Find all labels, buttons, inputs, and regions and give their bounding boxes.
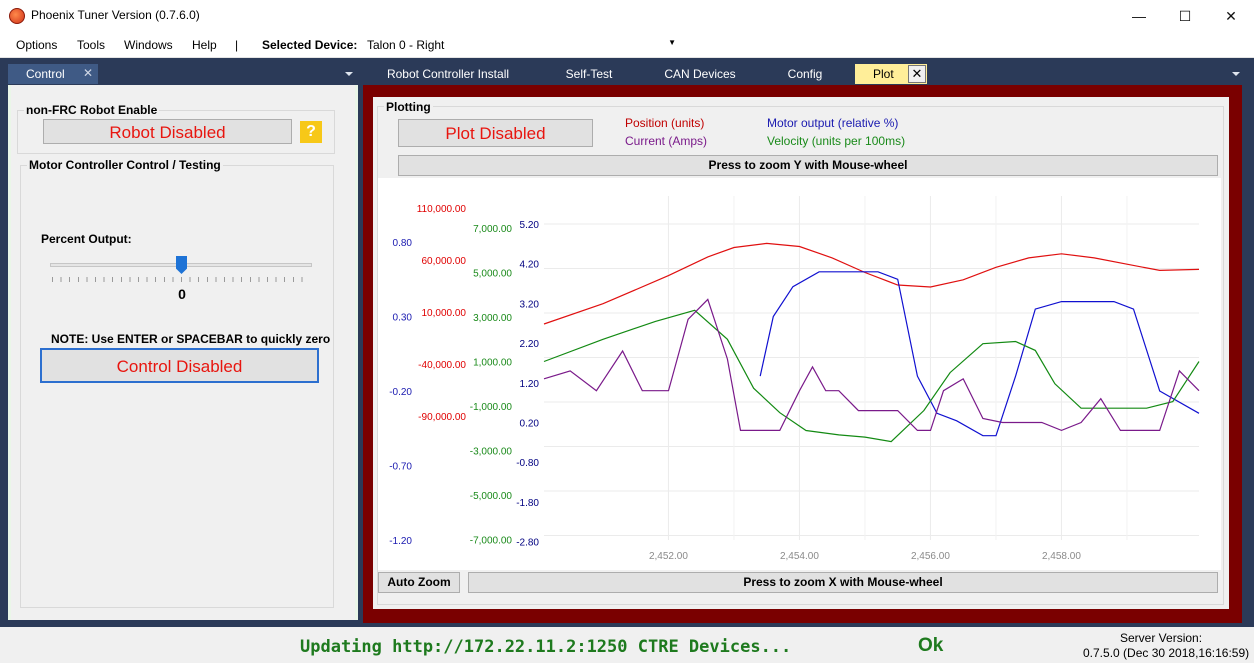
tab-config[interactable]: Config — [780, 64, 830, 84]
plot-chart[interactable]: 2,452.00 2,454.00 2,456.00 2,458.00 110,000.… — [378, 178, 1221, 581]
zoom-y-button[interactable]: Press to zoom Y with Mouse-wheel — [398, 155, 1218, 176]
y-tick-label: 5.20 — [520, 220, 540, 231]
y-tick-label: -7,000.00 — [470, 536, 513, 547]
y-tick-label: -0.70 — [389, 462, 412, 473]
y-tick-label: 110,000.00 — [417, 204, 467, 215]
y-tick-label: 4.20 — [520, 260, 540, 271]
y-tick-label: 10,000.00 — [422, 308, 467, 319]
device-select[interactable]: Talon 0 - Right ▼ — [362, 33, 682, 55]
y-tick-label: 0.80 — [393, 238, 413, 249]
status-ok: Ok — [918, 635, 944, 656]
x-tick-label: 2,452.00 — [649, 551, 688, 562]
slider-ticks — [52, 277, 310, 282]
menu-options[interactable]: Options — [16, 38, 57, 52]
menu-tools[interactable]: Tools — [77, 38, 105, 52]
y-tick-label: -1.80 — [516, 498, 539, 509]
legend-velocity: Velocity (units per 100ms) — [767, 134, 906, 148]
status-bar: Updating http://172.22.11.2:1250 CTRE De… — [0, 627, 1254, 663]
server-version-value: 0.7.5.0 (Dec 30 2018,16:16:59) — [1083, 646, 1250, 660]
chevron-down-icon[interactable] — [345, 72, 353, 76]
status-message: Updating http://172.22.11.2:1250 CTRE De… — [300, 637, 792, 657]
menu-separator: | — [235, 38, 239, 52]
plot-disabled-button[interactable]: Plot Disabled — [398, 119, 593, 147]
tab-control-label: Control — [26, 67, 65, 81]
robot-disabled-button[interactable]: Robot Disabled — [43, 119, 292, 144]
percent-output-label: Percent Output: — [41, 232, 132, 246]
y-tick-label: 0.30 — [393, 313, 413, 324]
x-tick-label: 2,458.00 — [1042, 551, 1081, 562]
tab-robot-controller-install[interactable]: Robot Controller Install — [380, 64, 516, 84]
x-tick-label: 2,454.00 — [780, 551, 819, 562]
y-tick-label: -90,000.00 — [418, 412, 466, 423]
help-button[interactable]: ? — [300, 121, 322, 143]
app-icon — [9, 8, 25, 24]
y-tick-label: -2.80 — [516, 538, 539, 549]
y-tick-label: -40,000.00 — [418, 360, 466, 371]
y-tick-label: 0.20 — [520, 419, 540, 430]
y-tick-label: -1.20 — [389, 536, 412, 547]
chevron-down-icon[interactable] — [1232, 72, 1240, 76]
window-title: Phoenix Tuner Version (0.7.6.0) — [31, 8, 200, 22]
y-tick-label: 3,000.00 — [473, 313, 512, 324]
menu-windows[interactable]: Windows — [124, 38, 173, 52]
y-tick-label: 60,000.00 — [422, 256, 467, 267]
selected-device-label: Selected Device: — [262, 38, 358, 52]
tab-row — [0, 60, 1254, 84]
close-button[interactable]: ✕ — [1208, 0, 1254, 32]
tab-self-test[interactable]: Self-Test — [556, 64, 622, 84]
server-version-label: Server Version: — [1120, 631, 1203, 645]
zero-note: NOTE: Use ENTER or SPACEBAR to quickly z… — [51, 332, 331, 346]
device-select-value: Talon 0 - Right — [367, 38, 445, 52]
y-tick-label: -3,000.00 — [470, 447, 513, 458]
plotting-title: Plotting — [384, 100, 433, 114]
y-tick-label: 3.20 — [520, 299, 540, 310]
auto-zoom-button[interactable]: Auto Zoom — [378, 572, 460, 593]
zoom-x-button[interactable]: Press to zoom X with Mouse-wheel — [468, 572, 1218, 593]
legend-current: Current (Amps) — [625, 134, 708, 148]
maximize-button[interactable]: ☐ — [1162, 0, 1208, 32]
robot-enable-title: non-FRC Robot Enable — [24, 103, 160, 117]
y-tick-label: -1,000.00 — [470, 402, 513, 413]
x-tick-label: 2,456.00 — [911, 551, 950, 562]
close-icon[interactable]: ✕ — [908, 65, 926, 83]
series-line-current — [543, 298, 1200, 432]
y-tick-label: -0.20 — [389, 387, 412, 398]
tab-control[interactable]: Control ✕ — [8, 64, 98, 84]
series-line-velocity — [543, 309, 1200, 443]
y-tick-label: 1.20 — [520, 379, 540, 390]
y-tick-label: -0.80 — [516, 458, 539, 469]
motor-control-title: Motor Controller Control / Testing — [27, 158, 223, 172]
y-tick-label: 5,000.00 — [473, 269, 512, 280]
title-bar: Phoenix Tuner Version (0.7.6.0) — ☐ ✕ — [0, 0, 1254, 32]
close-icon[interactable]: ✕ — [83, 66, 93, 80]
legend-motor-output: Motor output (relative %) — [767, 116, 899, 130]
y-tick-label: 1,000.00 — [473, 358, 512, 369]
chevron-down-icon: ▼ — [668, 38, 676, 47]
control-disabled-button[interactable]: Control Disabled — [40, 348, 319, 383]
tab-can-devices[interactable]: CAN Devices — [660, 64, 740, 84]
menu-help[interactable]: Help — [192, 38, 217, 52]
plot-chart-area[interactable]: 2,452.00 2,454.00 2,456.00 2,458.00 110,000.… — [378, 178, 1221, 581]
y-tick-label: -5,000.00 — [470, 491, 513, 502]
y-tick-label: 2.20 — [520, 339, 540, 350]
minimize-button[interactable]: — — [1116, 0, 1162, 32]
series-line-position — [543, 242, 1200, 325]
legend-position: Position (units) — [625, 116, 705, 130]
percent-output-value: 0 — [178, 286, 186, 302]
y-tick-label: 7,000.00 — [473, 224, 512, 235]
